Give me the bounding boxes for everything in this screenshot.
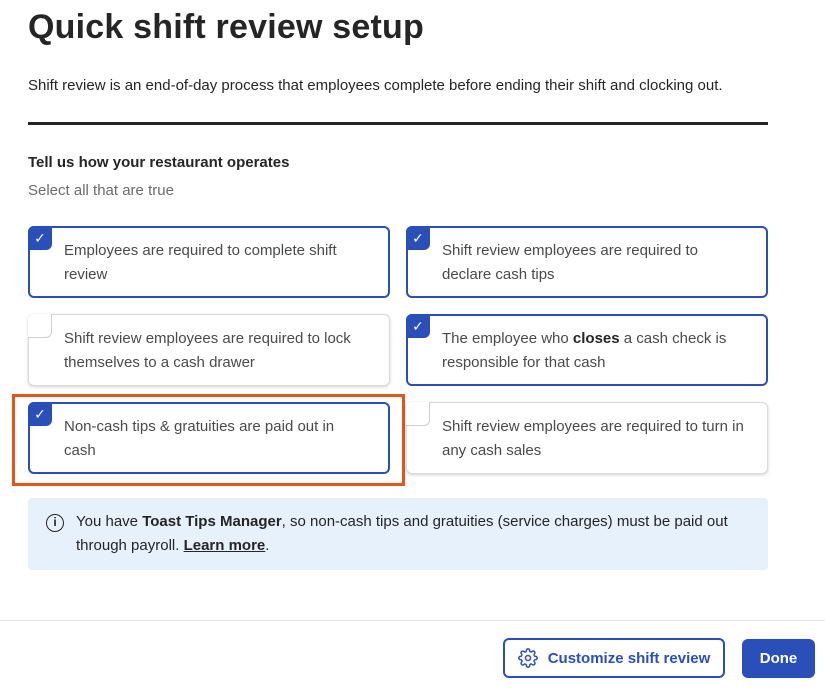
- info-bold: Toast Tips Manager: [142, 513, 282, 530]
- shift-review-setup-page: Quick shift review setup Shift review is…: [0, 0, 825, 691]
- checkbox-checked-icon[interactable]: ✓: [406, 314, 430, 338]
- option-label: Shift review employees are required to d…: [442, 242, 698, 283]
- checkbox-unchecked-icon[interactable]: [28, 314, 52, 338]
- option-complete-shift-review[interactable]: ✓ Employees are required to complete shi…: [28, 226, 390, 298]
- intro-text: Shift review is an end-of-day process th…: [28, 77, 723, 94]
- info-text: You have Toast Tips Manager, so non-cash…: [76, 513, 728, 554]
- option-turn-in-cash-sales[interactable]: Shift review employees are required to t…: [406, 402, 768, 474]
- checkbox-checked-icon[interactable]: ✓: [28, 402, 52, 426]
- section-subtitle: Select all that are true: [28, 182, 174, 199]
- checkbox-unchecked-icon[interactable]: [406, 402, 430, 426]
- option-label: Employees are required to complete shift…: [64, 242, 337, 283]
- divider: [28, 122, 768, 125]
- section-title: Tell us how your restaurant operates: [28, 154, 290, 171]
- info-icon: i: [46, 514, 64, 532]
- option-lock-cash-drawer[interactable]: Shift review employees are required to l…: [28, 314, 390, 386]
- option-non-cash-tips-paid-in-cash[interactable]: ✓ Non-cash tips & gratuities are paid ou…: [28, 402, 390, 474]
- option-closer-responsible-for-cash[interactable]: ✓ The employee who closes a cash check i…: [406, 314, 768, 386]
- option-declare-cash-tips[interactable]: ✓ Shift review employees are required to…: [406, 226, 768, 298]
- option-label: Non-cash tips & gratuities are paid out …: [64, 418, 335, 459]
- checkbox-checked-icon[interactable]: ✓: [28, 226, 52, 250]
- option-label: Shift review employees are required to l…: [64, 330, 351, 371]
- customize-button-label: Customize shift review: [547, 649, 711, 667]
- option-label: Shift review employees are required to t…: [442, 418, 744, 459]
- gear-icon: [517, 648, 538, 668]
- learn-more-link[interactable]: Learn more: [184, 537, 266, 554]
- checkbox-checked-icon[interactable]: ✓: [406, 226, 430, 250]
- info-banner: i You have Toast Tips Manager, so non-ca…: [28, 498, 768, 570]
- footer-divider: [0, 620, 825, 621]
- option-label-bold: closes: [572, 330, 620, 347]
- page-title: Quick shift review setup: [28, 8, 424, 46]
- option-label: The employee who closes a cash check is …: [442, 330, 727, 371]
- done-button[interactable]: Done: [742, 639, 815, 678]
- customize-shift-review-button[interactable]: Customize shift review: [503, 638, 725, 678]
